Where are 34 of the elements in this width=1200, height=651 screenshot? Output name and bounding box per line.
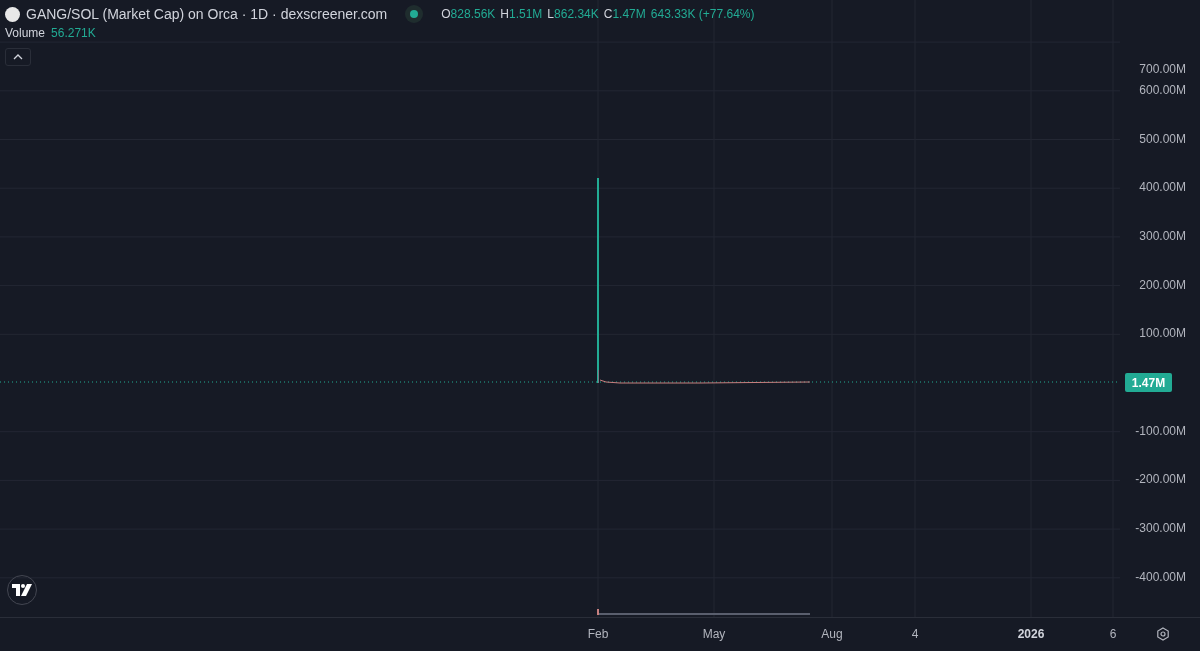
ohlc-key: L [547,7,555,21]
time-axis-label: 2026 [1017,627,1045,641]
price-axis-label: -400.00M [1135,569,1186,584]
ohlc-value: 828.56K [450,7,496,21]
ohlc-value: 1.51M [509,7,543,21]
price-axis-label: 500.00M [1139,131,1186,146]
collapse-button[interactable] [5,48,31,66]
price-axis-label: 200.00M [1139,277,1186,292]
time-axis-label: 6 [1109,627,1117,641]
price-axis-label: 700.00M [1139,62,1186,76]
last-price-tag: 1.47M [1125,373,1172,392]
ohlc-key: C [603,7,613,21]
chevron-up-icon [13,54,23,60]
price-axis-label: 400.00M [1139,180,1186,195]
ohlc-value: 862.34K [554,7,599,21]
time-axis-label: 4 [911,627,919,641]
ohlc-key: H [500,7,509,21]
time-axis-label: May [702,627,726,641]
volume-label: Volume [5,26,46,40]
time-axis-label: Feb [587,627,609,641]
ohlc-key: O [441,7,451,21]
price-axis-label: 100.00M [1139,326,1186,341]
price-axis-label: 300.00M [1139,228,1186,243]
price-change: 643.33K (+77.64%) [650,7,755,21]
price-axis-label: -100.00M [1135,423,1186,438]
time-axis-label: Aug [821,627,843,641]
price-axis-label: -200.00M [1135,472,1186,487]
ohlc-value: 1.47M [612,7,646,21]
settings-icon[interactable] [1154,625,1172,643]
price-axis-label: 600.00M [1139,82,1186,97]
token-avatar-icon [5,6,20,22]
volume-value: 56.271K [51,26,96,40]
chart-title: GANG/SOL (Market Cap) on Orca · 1D · dexscreener.com [26,6,388,22]
price-axis-label: -300.00M [1135,521,1186,536]
